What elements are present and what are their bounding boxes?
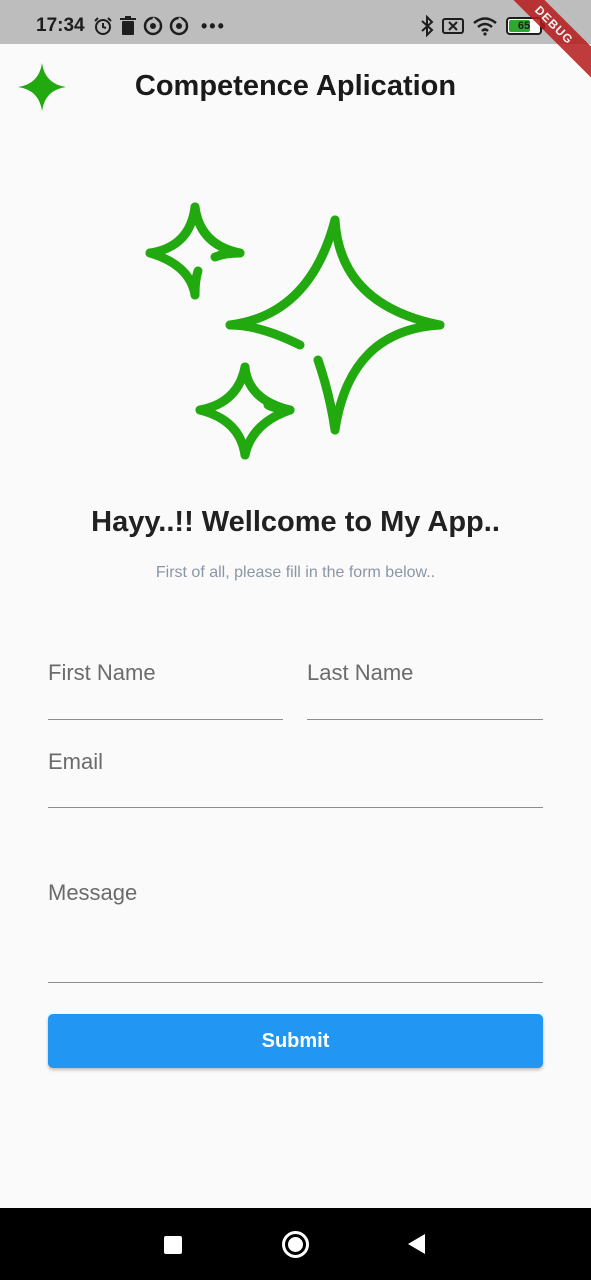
email-input[interactable]: [48, 749, 543, 775]
more-notifications-icon: •••: [201, 16, 226, 36]
status-time: 17:34: [36, 15, 85, 36]
welcome-title: Hayy..!! Wellcome to My App..: [91, 506, 500, 538]
navigation-bar: [0, 1208, 591, 1280]
no-sim-icon: [442, 18, 464, 34]
back-icon[interactable]: [408, 1234, 425, 1254]
recents-icon[interactable]: [164, 1236, 182, 1254]
message-field[interactable]: [48, 860, 543, 983]
sparkles-icon: [145, 202, 445, 460]
first-name-input[interactable]: [48, 660, 283, 686]
message-input[interactable]: [48, 880, 543, 906]
status-left-icons: •••: [93, 15, 226, 37]
app-title: Competence Aplication: [134, 70, 457, 102]
sync-icon: [143, 16, 163, 36]
last-name-input[interactable]: [307, 660, 543, 686]
last-name-field[interactable]: [307, 656, 543, 720]
submit-button[interactable]: Submit: [48, 1014, 543, 1068]
sync-icon: [169, 16, 189, 36]
wifi-icon: [473, 17, 497, 36]
alarm-icon: [94, 17, 112, 35]
status-right-icons: 65: [420, 14, 545, 38]
email-field[interactable]: [48, 745, 543, 808]
bluetooth-icon: [421, 15, 434, 37]
welcome-subtitle: First of all, please fill in the form be…: [155, 564, 436, 581]
home-icon[interactable]: [282, 1231, 309, 1258]
status-bar: 17:34 ••• 65: [0, 0, 591, 44]
app-bar: Competence Aplication: [0, 44, 591, 130]
first-name-field[interactable]: [48, 656, 283, 720]
trash-icon: [120, 16, 136, 35]
